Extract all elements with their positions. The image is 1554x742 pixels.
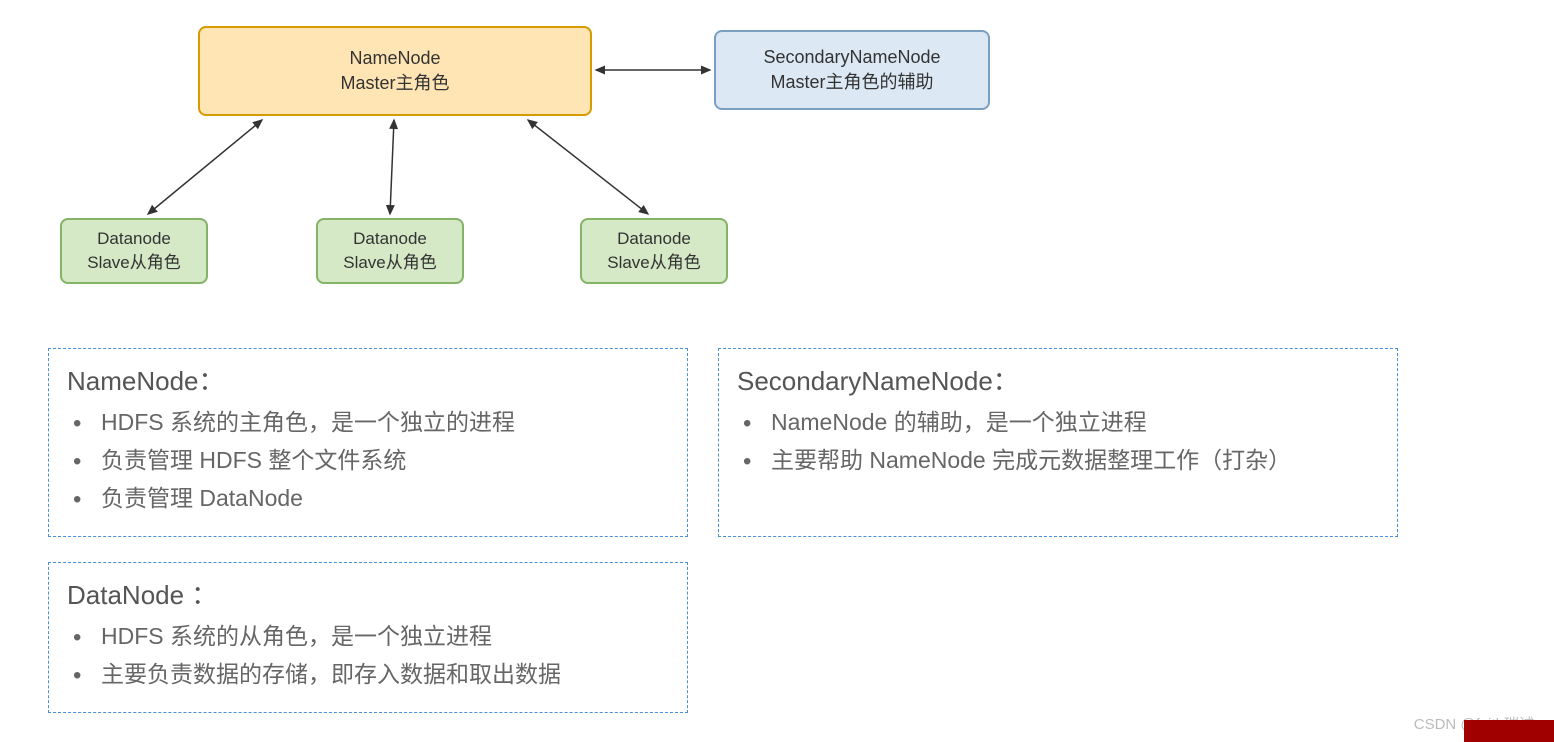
info-namenode-title: NameNode： xyxy=(67,361,669,398)
list-item: NameNode 的辅助，是一个独立进程 xyxy=(767,404,1379,442)
datanode-subtitle: Slave从角色 xyxy=(343,251,437,275)
secondary-title: SecondaryNameNode xyxy=(763,45,940,70)
info-namenode-list: HDFS 系统的主角色，是一个独立的进程 负责管理 HDFS 整个文件系统 负责… xyxy=(67,404,669,518)
list-item: HDFS 系统的从角色，是一个独立进程 xyxy=(97,618,669,656)
datanode-title: Datanode xyxy=(617,227,691,251)
info-datanode-title: DataNode ： xyxy=(67,575,669,612)
datanode-subtitle: Slave从角色 xyxy=(87,251,181,275)
namenode-box: NameNode Master主角色 xyxy=(198,26,592,116)
info-secondary-title: SecondaryNameNode： xyxy=(737,361,1379,398)
info-row-bottom: DataNode ： HDFS 系统的从角色，是一个独立进程 主要负责数据的存储… xyxy=(48,562,1418,713)
corner-decoration xyxy=(1464,720,1554,742)
info-secondary: SecondaryNameNode： NameNode 的辅助，是一个独立进程 … xyxy=(718,348,1398,537)
info-datanode: DataNode ： HDFS 系统的从角色，是一个独立进程 主要负责数据的存储… xyxy=(48,562,688,713)
list-item: 负责管理 DataNode xyxy=(97,480,669,518)
datanode-subtitle: Slave从角色 xyxy=(607,251,701,275)
info-secondary-list: NameNode 的辅助，是一个独立进程 主要帮助 NameNode 完成元数据… xyxy=(737,404,1379,480)
datanode-box-3: Datanode Slave从角色 xyxy=(580,218,728,284)
hdfs-architecture-diagram: NameNode Master主角色 SecondaryNameNode Mas… xyxy=(0,0,1554,320)
secondary-subtitle: Master主角色的辅助 xyxy=(770,70,933,95)
datanode-title: Datanode xyxy=(353,227,427,251)
datanode-box-2: Datanode Slave从角色 xyxy=(316,218,464,284)
list-item: 主要负责数据的存储，即存入数据和取出数据 xyxy=(97,656,669,694)
namenode-subtitle: Master主角色 xyxy=(340,71,449,96)
list-item: 负责管理 HDFS 整个文件系统 xyxy=(97,442,669,480)
info-namenode: NameNode： HDFS 系统的主角色，是一个独立的进程 负责管理 HDFS… xyxy=(48,348,688,537)
datanode-title: Datanode xyxy=(97,227,171,251)
list-item: 主要帮助 NameNode 完成元数据整理工作（打杂） xyxy=(767,442,1379,480)
info-datanode-list: HDFS 系统的从角色，是一个独立进程 主要负责数据的存储，即存入数据和取出数据 xyxy=(67,618,669,694)
list-item: HDFS 系统的主角色，是一个独立的进程 xyxy=(97,404,669,442)
namenode-title: NameNode xyxy=(349,46,440,71)
secondary-namenode-box: SecondaryNameNode Master主角色的辅助 xyxy=(714,30,990,110)
info-row-top: NameNode： HDFS 系统的主角色，是一个独立的进程 负责管理 HDFS… xyxy=(48,348,1418,537)
datanode-box-1: Datanode Slave从角色 xyxy=(60,218,208,284)
